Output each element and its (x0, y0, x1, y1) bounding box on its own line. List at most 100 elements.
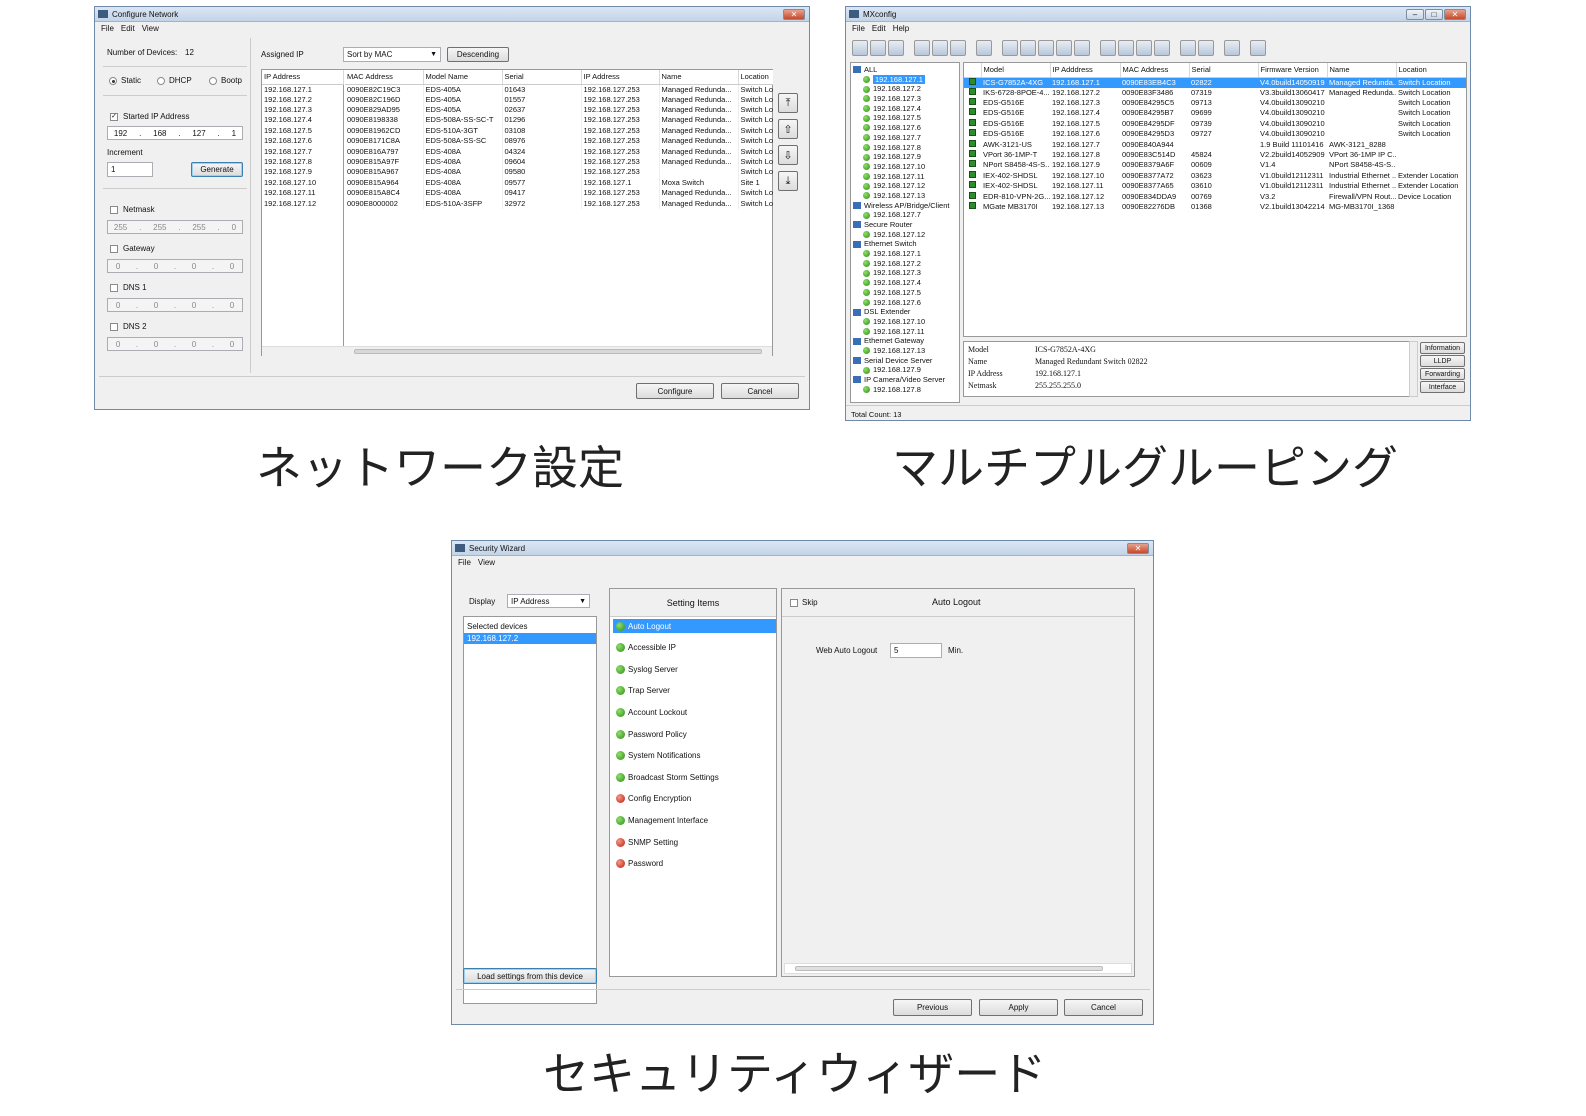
move-down-icon[interactable]: ⇩ (778, 145, 798, 165)
locate-icon[interactable] (950, 40, 966, 56)
setting-item[interactable]: System Notifications (613, 749, 776, 763)
table-row[interactable]: 192.168.127.1 (262, 84, 344, 95)
forwarding-button[interactable]: Forwarding (1420, 368, 1465, 380)
menu-file[interactable]: File (101, 24, 114, 33)
web-auto-logout-input[interactable]: 5 (890, 643, 942, 658)
dhcp-radio[interactable] (157, 77, 165, 85)
setting-item[interactable]: Account Lockout (613, 705, 776, 719)
lldp-button[interactable]: LLDP (1420, 355, 1465, 367)
column-header-name[interactable]: Name (1327, 63, 1397, 78)
tree-device[interactable]: 192.168.127.7 (853, 210, 959, 220)
cancel-button[interactable]: Cancel (721, 383, 799, 399)
table-row[interactable]: 192.168.127.3 (262, 105, 344, 115)
started-ip-checkbox[interactable]: ✓ (110, 113, 118, 121)
increment-input[interactable]: 1 (107, 162, 153, 177)
horizontal-scrollbar[interactable] (262, 346, 772, 356)
vlan-icon[interactable] (1038, 40, 1054, 56)
dns2-input[interactable]: 0. 0. 0. 0 (107, 337, 243, 351)
cancel-button[interactable]: Cancel (1064, 999, 1143, 1016)
scrollbar-thumb[interactable] (354, 349, 762, 354)
started-ip-input[interactable]: 192. 168. 127. 1 (107, 126, 243, 140)
tree-group[interactable]: Serial Device Server (853, 356, 959, 366)
table-row[interactable]: 0090E81962CD EDS-510A-3GT 03108 192.168.127… (345, 125, 773, 137)
table-row[interactable]: IKS-6728-8POE-4... 192.168.127.2 0090E83F3… (964, 87, 1466, 98)
table-row[interactable]: EDS-G516E 192.168.127.6 0090E84295D3 09727 V… (964, 129, 1466, 139)
monitor-icon[interactable] (1198, 40, 1214, 56)
tree-device[interactable]: 192.168.127.5 (853, 113, 959, 123)
help-icon[interactable] (1224, 40, 1240, 56)
user-remove-icon[interactable] (1154, 40, 1170, 56)
table-row[interactable]: 0090E815A964 EDS-408A 09577 192.168.127.1 Mo… (345, 177, 773, 189)
load-settings-button[interactable]: Load settings from this device (463, 968, 597, 984)
column-header-firmware[interactable]: Firmware Version (1258, 63, 1328, 78)
tree-device[interactable]: 192.168.127.2 (853, 84, 959, 94)
tree-device[interactable]: 192.168.127.8 (853, 143, 959, 153)
tree-device[interactable]: 192.168.127.11 (853, 172, 959, 182)
table-row[interactable]: MGate MB3170I 192.168.127.13 0090E82276DB 0… (964, 201, 1466, 212)
table-row[interactable]: IEX-402-SHDSL 192.168.127.11 0090E8377A65 0… (964, 181, 1466, 191)
table-row[interactable]: 192.168.127.10 (262, 178, 344, 188)
close-icon[interactable]: ✕ (783, 8, 805, 20)
table-row[interactable]: EDR-810-VPN-2G... 192.168.127.12 0090E834D… (964, 191, 1466, 201)
table-row[interactable]: VPort 36-1MP-T 192.168.127.8 0090E83C514D 4… (964, 150, 1466, 160)
table-row[interactable]: 0090E816A797 EDS-408A 04324 192.168.127.253… (345, 146, 773, 157)
tree-device[interactable]: 192.168.127.1 (853, 249, 959, 259)
setting-item[interactable]: Password (613, 857, 776, 871)
dns1-input[interactable]: 0. 0. 0. 0 (107, 298, 243, 312)
tree-device[interactable]: 192.168.127.13 (853, 191, 959, 201)
tree-device[interactable]: 192.168.127.10 (853, 162, 959, 172)
menu-view[interactable]: View (142, 24, 159, 33)
tree-group[interactable]: IP Camera/Video Server (853, 375, 959, 385)
netmask-checkbox[interactable] (110, 206, 118, 214)
netmask-input[interactable]: 255. 255. 255. 0 (107, 220, 243, 234)
setting-item[interactable]: Password Policy (613, 727, 776, 741)
column-header-serial[interactable]: Serial (502, 70, 582, 85)
table-row[interactable]: 192.168.127.2 (262, 95, 344, 105)
descending-button[interactable]: Descending (447, 47, 509, 62)
tools-icon[interactable] (1250, 40, 1266, 56)
skip-checkbox[interactable] (790, 599, 798, 607)
setting-item[interactable]: Config Encryption (613, 792, 776, 806)
table-row[interactable]: 192.168.127.5 (262, 126, 344, 136)
column-header-name[interactable]: Name (659, 70, 739, 85)
table-row[interactable]: 0090E815A967 EDS-408A 09580 192.168.127.253… (345, 167, 773, 178)
information-button[interactable]: Information (1420, 342, 1465, 354)
users-icon[interactable] (1118, 40, 1134, 56)
open-folder-icon[interactable] (870, 40, 886, 56)
tree-device[interactable]: 192.168.127.6 (853, 298, 959, 308)
table-row[interactable]: 192.168.127.7 (262, 146, 344, 156)
column-header-ip[interactable]: IP Address (262, 70, 344, 85)
table-row[interactable]: 0090E829AD95 EDS-405A 02637 192.168.127.253… (345, 104, 773, 116)
table-row[interactable]: 192.168.127.8 (262, 157, 344, 167)
table-row[interactable]: 0090E8171C8A EDS-508A-SS-SC 08976 192.168.1… (345, 136, 773, 147)
tree-device[interactable]: 192.168.127.11 (853, 327, 959, 337)
table-row[interactable]: 192.168.127.12 (262, 198, 344, 208)
tree-group[interactable]: Secure Router (853, 220, 959, 230)
configure-button[interactable]: Configure (636, 383, 714, 399)
tree-group[interactable]: DSL Extender (853, 307, 959, 317)
tree-device[interactable]: 192.168.127.6 (853, 123, 959, 133)
info-scrollbar[interactable] (1409, 341, 1418, 397)
gear-icon[interactable] (1056, 40, 1072, 56)
sort-select[interactable]: Sort by MAC ▼ (343, 47, 441, 62)
column-header-ip[interactable]: IP Address (581, 70, 660, 85)
star-icon[interactable] (1020, 40, 1036, 56)
setting-item[interactable]: Trap Server (613, 684, 776, 698)
interface-button[interactable]: Interface (1420, 381, 1465, 393)
table-row[interactable]: 0090E8000002 EDS-510A-3SFP 32972 192.168.12… (345, 198, 773, 209)
new-icon[interactable] (852, 40, 868, 56)
tree-device[interactable]: 192.168.127.4 (853, 278, 959, 288)
tree-group[interactable]: Ethernet Switch (853, 239, 959, 249)
tree-device[interactable]: 192.168.127.3 (853, 94, 959, 104)
table-row[interactable]: NPort S8458-4S-S... 192.168.127.9 0090E837… (964, 160, 1466, 170)
tree-device[interactable]: 192.168.127.7 (853, 133, 959, 143)
menu-file[interactable]: File (458, 558, 471, 567)
device-icon[interactable] (1100, 40, 1116, 56)
move-top-icon[interactable]: ⤒ (778, 93, 798, 113)
setting-item[interactable]: Management Interface (613, 813, 776, 827)
terminal-icon[interactable] (1074, 40, 1090, 56)
tree-group[interactable]: ALL (853, 65, 959, 75)
table-row[interactable]: EDS-G516E 192.168.127.3 0090E84295C5 09713 V… (964, 98, 1466, 108)
menu-edit[interactable]: Edit (872, 24, 886, 33)
dns1-checkbox[interactable] (110, 284, 118, 292)
